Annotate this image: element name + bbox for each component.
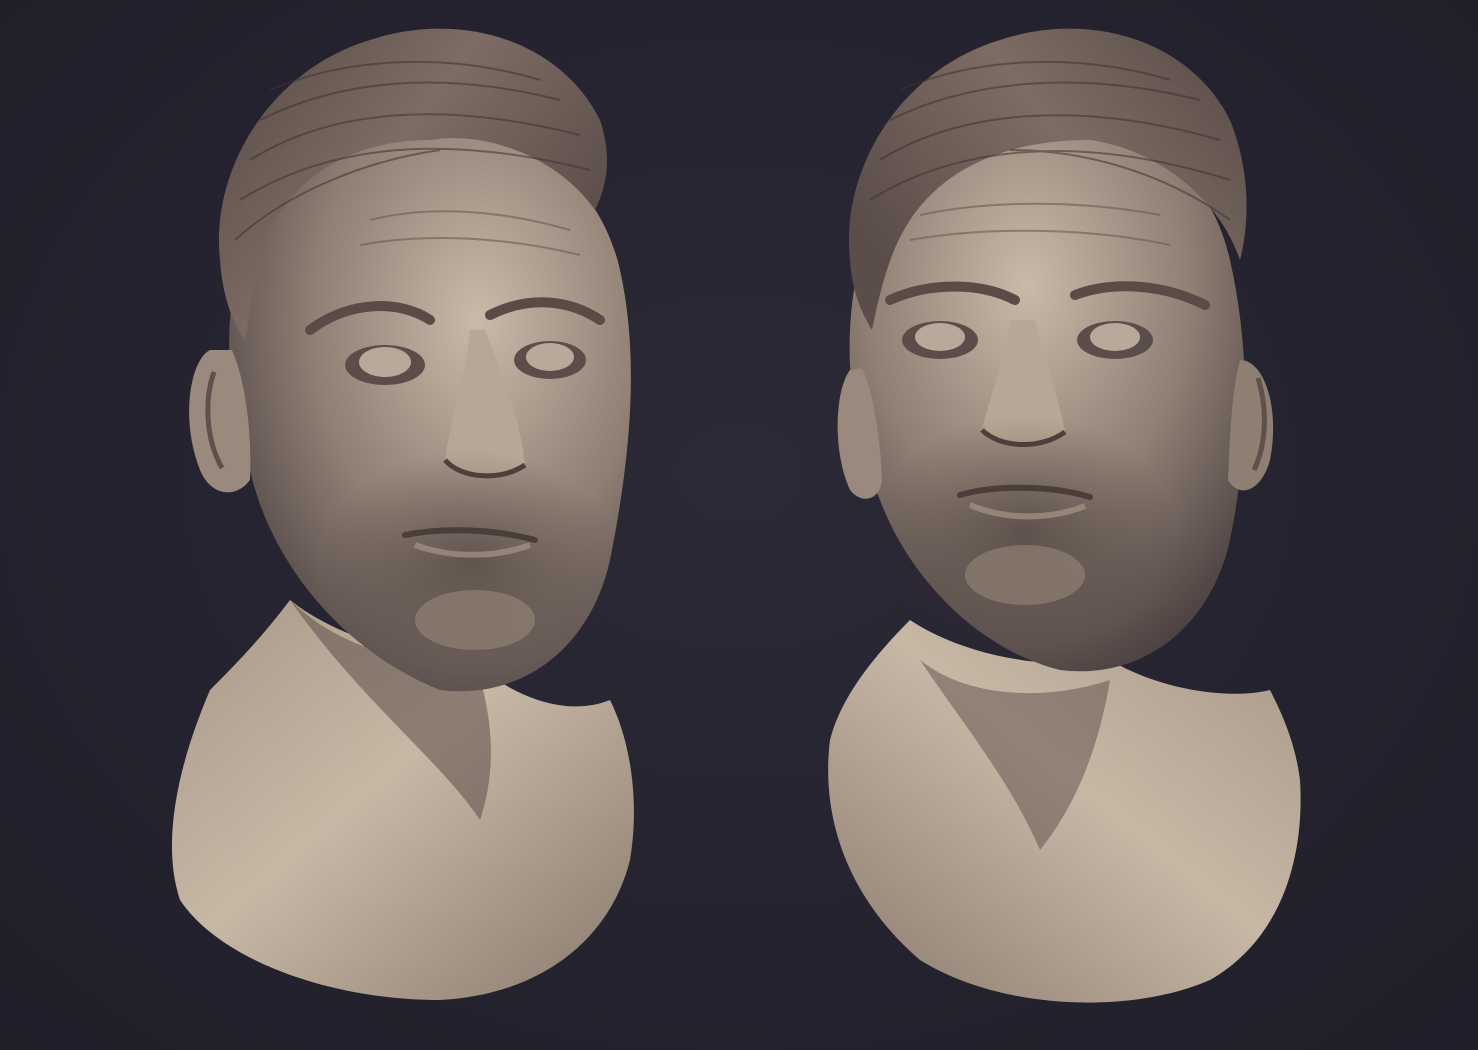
viewport-canvas [0, 0, 1478, 1050]
head-sculpt-right-svg [828, 28, 1301, 1003]
eye-left [902, 321, 978, 359]
chin [965, 545, 1085, 605]
head-sculpt-left-svg [171, 28, 634, 1000]
chin [415, 590, 535, 650]
eye-left [345, 345, 425, 385]
eye-right [1077, 321, 1153, 359]
head-sculpt-render-left [140, 0, 660, 1050]
stubble [875, 415, 1175, 645]
head-sculpt-render-right [810, 0, 1330, 1050]
eye-right [514, 341, 586, 379]
